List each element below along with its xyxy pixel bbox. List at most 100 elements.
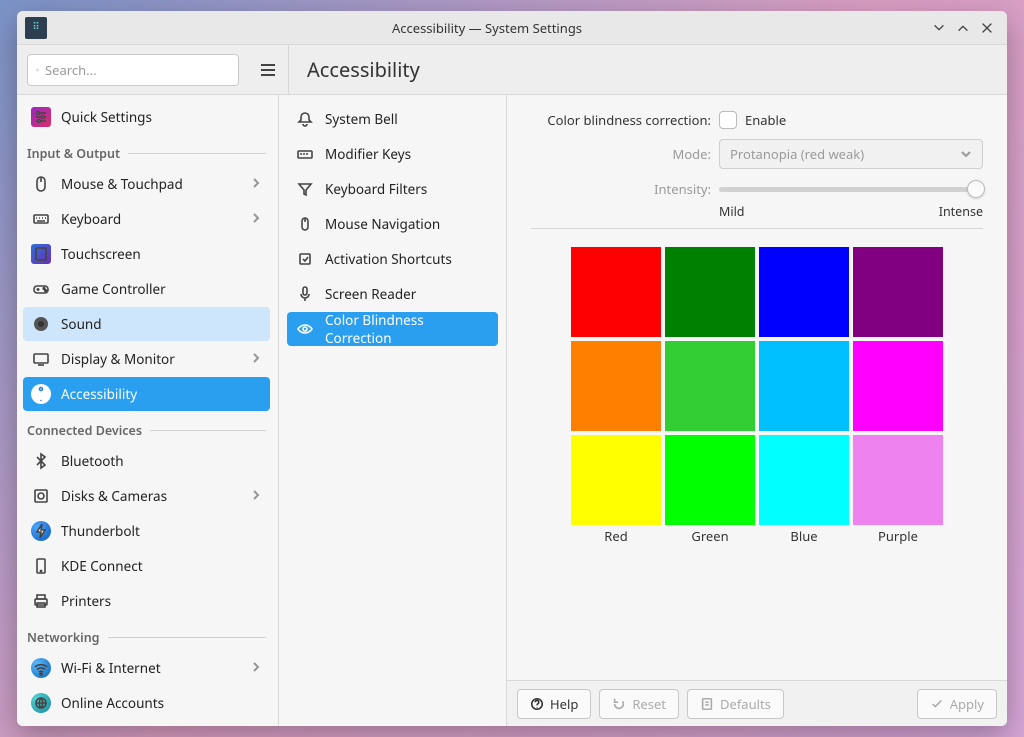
help-label: Help <box>550 695 578 713</box>
subnav-item-label: Screen Reader <box>325 285 416 303</box>
color-swatch <box>759 247 849 337</box>
color-swatch <box>853 247 943 337</box>
slider-track[interactable] <box>719 187 983 192</box>
sidebar-item-disks-cameras[interactable]: Disks & Cameras <box>23 479 270 513</box>
close-button[interactable] <box>975 16 999 40</box>
reset-icon <box>612 697 626 711</box>
sidebar-item-online-accounts[interactable]: Online Accounts <box>23 686 270 720</box>
sidebar-item-wi-fi-internet[interactable]: Wi-Fi & Internet <box>23 651 270 685</box>
subnav-item-activation-shortcuts[interactable]: Activation Shortcuts <box>287 242 498 276</box>
sidebar-item-label: Game Controller <box>61 280 166 298</box>
shortcut-icon <box>295 249 315 269</box>
sidebar-item-accessibility[interactable]: Accessibility <box>23 377 270 411</box>
chevron-right-icon <box>250 175 262 193</box>
display-icon <box>31 349 51 369</box>
chevron-down-icon <box>960 148 972 160</box>
disk-icon <box>31 486 51 506</box>
a11y-icon <box>31 384 51 404</box>
swatch-column-label: Blue <box>759 527 849 545</box>
sidebar-item-label: Sound <box>61 315 102 333</box>
color-swatch <box>571 341 661 431</box>
defaults-icon <box>700 697 714 711</box>
thunderbolt-icon <box>31 521 51 541</box>
swatch-column-label: Purple <box>853 527 943 545</box>
modkeys-icon <box>295 144 315 164</box>
sidebar-item-keyboard[interactable]: Keyboard <box>23 202 270 236</box>
app-icon: ⠿ <box>25 17 47 39</box>
subnav-item-screen-reader[interactable]: Screen Reader <box>287 277 498 311</box>
chevron-right-icon <box>250 487 262 505</box>
maximize-button[interactable] <box>951 16 975 40</box>
intensity-min-label: Mild <box>719 203 744 220</box>
defaults-label: Defaults <box>720 695 771 713</box>
sidebar-item-game-controller[interactable]: Game Controller <box>23 272 270 306</box>
subnav-item-label: Keyboard Filters <box>325 180 427 198</box>
chevron-right-icon <box>250 659 262 677</box>
enable-label: Enable <box>745 111 786 129</box>
subnav-item-color-blindness-correction[interactable]: Color Blindness Correction <box>287 312 498 346</box>
system-settings-window: ⠿ Accessibility — System Settings Access… <box>17 11 1007 726</box>
sidebar-item-label: Mouse & Touchpad <box>61 175 183 193</box>
reset-button[interactable]: Reset <box>599 689 679 719</box>
window-title: Accessibility — System Settings <box>47 19 927 37</box>
enable-checkbox[interactable]: Enable <box>719 111 786 129</box>
subnav-item-mouse-navigation[interactable]: Mouse Navigation <box>287 207 498 241</box>
sidebar-item-label: Bluetooth <box>61 452 124 470</box>
apply-label: Apply <box>950 695 984 713</box>
color-swatch-labels: RedGreenBluePurple <box>531 527 983 545</box>
mode-value: Protanopia (red weak) <box>730 145 864 163</box>
bluetooth-icon <box>31 451 51 471</box>
wifi-icon <box>31 658 51 678</box>
sidebar-item-bluetooth[interactable]: Bluetooth <box>23 444 270 478</box>
row-intensity: Intensity: <box>531 179 983 199</box>
defaults-button[interactable]: Defaults <box>687 689 784 719</box>
hamburger-menu-button[interactable] <box>247 45 289 94</box>
subnav-item-modifier-keys[interactable]: Modifier Keys <box>287 137 498 171</box>
mode-label: Mode: <box>531 145 711 163</box>
subnav-item-label: Activation Shortcuts <box>325 250 452 268</box>
sidebar-item-sound[interactable]: Sound <box>23 307 270 341</box>
reset-label: Reset <box>632 695 666 713</box>
color-swatch <box>759 341 849 431</box>
sidebar-item-label: Display & Monitor <box>61 350 175 368</box>
mode-combobox[interactable]: Protanopia (red weak) <box>719 139 983 169</box>
sidebar-item-label: Disks & Cameras <box>61 487 167 505</box>
separator <box>531 228 983 229</box>
search-input[interactable] <box>27 54 239 86</box>
primary-sidebar[interactable]: Quick SettingsInput & OutputMouse & Touc… <box>17 95 279 726</box>
sidebar-item-touchscreen[interactable]: Touchscreen <box>23 237 270 271</box>
intensity-slider[interactable] <box>719 179 983 199</box>
sidebar-group-header: Networking <box>21 619 272 650</box>
apply-button[interactable]: Apply <box>917 689 997 719</box>
sidebar-item-mouse-touchpad[interactable]: Mouse & Touchpad <box>23 167 270 201</box>
search-field[interactable] <box>45 61 230 79</box>
intensity-range-labels: Mild Intense <box>531 203 983 220</box>
checkbox-box[interactable] <box>719 111 737 129</box>
intensity-label: Intensity: <box>531 180 711 198</box>
subnav-item-system-bell[interactable]: System Bell <box>287 102 498 136</box>
footer: Help Reset Defaults Apply <box>507 680 1007 726</box>
subnav-item-keyboard-filters[interactable]: Keyboard Filters <box>287 172 498 206</box>
sidebar-item-kde-connect[interactable]: KDE Connect <box>23 549 270 583</box>
help-icon <box>530 697 544 711</box>
eye-icon <box>295 319 315 339</box>
sidebar-item-thunderbolt[interactable]: Thunderbolt <box>23 514 270 548</box>
swatch-column-label: Green <box>665 527 755 545</box>
help-button[interactable]: Help <box>517 689 591 719</box>
sound-icon <box>31 314 51 334</box>
sidebar-item-quick-settings[interactable]: Quick Settings <box>23 100 270 134</box>
sidebar-item-label: Quick Settings <box>61 108 152 126</box>
row-enable: Color blindness correction: Enable <box>531 111 983 129</box>
color-swatch <box>571 247 661 337</box>
phone-icon <box>31 556 51 576</box>
minimize-button[interactable] <box>927 16 951 40</box>
color-swatch <box>853 435 943 525</box>
sidebar-item-label: Thunderbolt <box>61 522 140 540</box>
slider-knob[interactable] <box>967 180 985 198</box>
body: Quick SettingsInput & OutputMouse & Touc… <box>17 95 1007 726</box>
sidebar-item-printers[interactable]: Printers <box>23 584 270 618</box>
subnav-item-label: Mouse Navigation <box>325 215 440 233</box>
swatch-column-label: Red <box>571 527 661 545</box>
sidebar-item-label: Touchscreen <box>61 245 141 263</box>
sidebar-item-display-monitor[interactable]: Display & Monitor <box>23 342 270 376</box>
